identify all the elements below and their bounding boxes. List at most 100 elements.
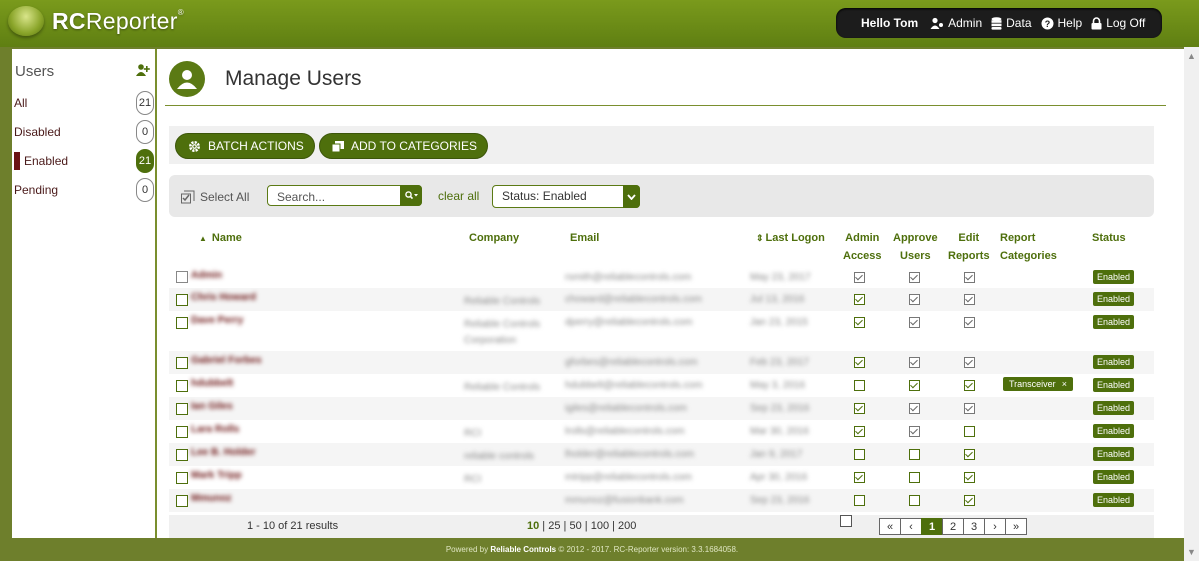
user-name-link[interactable]: Lara Rolls xyxy=(191,424,239,435)
search-button[interactable] xyxy=(400,185,422,206)
row-select-checkbox[interactable] xyxy=(176,317,188,329)
row-select-checkbox[interactable] xyxy=(176,380,188,392)
page-size-option[interactable]: 100 xyxy=(591,520,609,532)
edit-reports-checkbox[interactable] xyxy=(964,357,975,368)
edit-reports-checkbox[interactable] xyxy=(964,272,975,283)
page-size-option[interactable]: 200 xyxy=(618,520,636,532)
add-user-icon[interactable] xyxy=(136,63,150,77)
page-size-selector: 10 | 25 | 50 | 100 | 200 xyxy=(527,520,637,532)
admin-access-checkbox[interactable] xyxy=(854,317,865,328)
category-tag[interactable]: Transceiver × xyxy=(1003,377,1073,391)
approve-users-checkbox[interactable] xyxy=(909,403,920,414)
approve-users-checkbox[interactable] xyxy=(909,426,920,437)
admin-access-checkbox[interactable] xyxy=(854,495,865,506)
admin-access-checkbox[interactable] xyxy=(854,380,865,391)
select-all-button[interactable]: Select All xyxy=(181,190,249,204)
last-page-button[interactable]: » xyxy=(1005,518,1027,535)
edit-reports-checkbox[interactable] xyxy=(964,426,975,437)
add-to-categories-button[interactable]: ADD TO CATEGORIES xyxy=(319,133,489,159)
scroll-down-icon[interactable]: ▼ xyxy=(1187,547,1196,557)
approve-users-checkbox[interactable] xyxy=(909,272,920,283)
user-name-link[interactable]: Gabriel Forbes xyxy=(191,355,262,366)
help-link[interactable]: ? Help xyxy=(1041,16,1082,30)
approve-users-checkbox[interactable] xyxy=(909,357,920,368)
user-name-link[interactable]: Mmunoz xyxy=(191,493,232,504)
footer-checkbox[interactable] xyxy=(840,515,852,527)
admin-access-checkbox[interactable] xyxy=(854,272,865,283)
row-select-checkbox[interactable] xyxy=(176,426,188,438)
user-name-link[interactable]: Ian Giles xyxy=(191,401,233,412)
row-select-checkbox[interactable] xyxy=(176,449,188,461)
page-3-button[interactable]: 3 xyxy=(963,518,985,535)
page-size-option[interactable]: 10 xyxy=(527,520,539,532)
admin-access-checkbox[interactable] xyxy=(854,403,865,414)
page-2-button[interactable]: 2 xyxy=(942,518,964,535)
sort-last-logon-header[interactable]: ⇕ Last Logon xyxy=(756,229,825,247)
header-report-categories[interactable]: Report Categories xyxy=(1000,229,1057,265)
edit-reports-checkbox[interactable] xyxy=(964,495,975,506)
user-name-link[interactable]: Lee B. Holder xyxy=(191,447,255,458)
first-page-button[interactable]: « xyxy=(879,518,901,535)
batch-actions-button[interactable]: BATCH ACTIONS xyxy=(175,133,315,159)
status-filter-select[interactable]: Status: Enabled xyxy=(492,185,640,208)
sidebar-item-enabled[interactable]: Enabled 21 xyxy=(14,149,154,173)
approve-users-checkbox[interactable] xyxy=(909,317,920,328)
edit-reports-checkbox[interactable] xyxy=(964,294,975,305)
title-divider xyxy=(165,105,1166,106)
row-select-checkbox[interactable] xyxy=(176,357,188,369)
user-name-link[interactable]: Chris Howard xyxy=(191,292,256,303)
approve-users-checkbox[interactable] xyxy=(909,472,920,483)
header-email[interactable]: Email xyxy=(570,229,599,247)
header-company[interactable]: Company xyxy=(469,229,519,247)
header-edit-reports[interactable]: Edit Reports xyxy=(948,229,990,265)
data-link[interactable]: Data xyxy=(991,16,1032,30)
admin-access-checkbox[interactable] xyxy=(854,426,865,437)
scroll-up-icon[interactable]: ▲ xyxy=(1187,51,1196,61)
next-page-button[interactable]: › xyxy=(984,518,1006,535)
chevron-down-icon[interactable] xyxy=(623,185,640,208)
page-size-option[interactable]: 25 xyxy=(548,520,560,532)
admin-link[interactable]: Admin xyxy=(930,16,982,30)
sidebar-item-pending[interactable]: Pending 0 xyxy=(14,178,154,202)
page-scrollbar[interactable]: ▲ ▼ xyxy=(1184,47,1199,561)
user-name-link[interactable]: hdubbelt xyxy=(191,378,233,389)
edit-reports-checkbox[interactable] xyxy=(964,449,975,460)
admin-access-checkbox[interactable] xyxy=(854,449,865,460)
search-input[interactable] xyxy=(275,187,399,206)
sidebar-item-disabled[interactable]: Disabled 0 xyxy=(14,120,154,144)
remove-tag-icon[interactable]: × xyxy=(1062,379,1067,389)
logoff-link[interactable]: Log Off xyxy=(1091,16,1145,30)
admin-access-checkbox[interactable] xyxy=(854,294,865,305)
sort-name-header[interactable]: ▲ Name xyxy=(199,229,242,248)
brand-link[interactable]: Reliable Controls xyxy=(490,545,556,554)
clear-all-link[interactable]: clear all xyxy=(438,189,479,203)
page-size-option[interactable]: 50 xyxy=(569,520,581,532)
edit-reports-checkbox[interactable] xyxy=(964,472,975,483)
user-name-link[interactable]: Admin xyxy=(191,270,222,281)
page-1-button[interactable]: 1 xyxy=(921,518,943,535)
table-row: Mark Tripp RCI mtripp@reliablecontrols.com… xyxy=(169,466,1154,489)
approve-users-checkbox[interactable] xyxy=(909,294,920,305)
user-name-link[interactable]: Dave Perry xyxy=(191,315,243,326)
row-select-checkbox[interactable] xyxy=(176,472,188,484)
edit-reports-checkbox[interactable] xyxy=(964,317,975,328)
sidebar-item-all[interactable]: All 21 xyxy=(14,91,154,115)
prev-page-button[interactable]: ‹ xyxy=(900,518,922,535)
sidebar-item-label: Pending xyxy=(14,183,59,197)
approve-users-checkbox[interactable] xyxy=(909,495,920,506)
row-select-checkbox[interactable] xyxy=(176,403,188,415)
row-select-checkbox[interactable] xyxy=(176,495,188,507)
row-select-checkbox[interactable] xyxy=(176,294,188,306)
row-select-checkbox[interactable] xyxy=(176,271,188,283)
edit-reports-checkbox[interactable] xyxy=(964,403,975,414)
approve-users-checkbox[interactable] xyxy=(909,380,920,391)
edit-reports-checkbox[interactable] xyxy=(964,380,975,391)
header-admin-access[interactable]: Admin Access xyxy=(843,229,882,265)
header-status[interactable]: Status xyxy=(1092,229,1126,247)
approve-users-checkbox[interactable] xyxy=(909,449,920,460)
admin-access-checkbox[interactable] xyxy=(854,472,865,483)
header-approve-users[interactable]: Approve Users xyxy=(893,229,938,265)
admin-access-checkbox[interactable] xyxy=(854,357,865,368)
app-logo[interactable]: RCReporter® xyxy=(8,6,184,36)
user-name-link[interactable]: Mark Tripp xyxy=(191,470,242,481)
